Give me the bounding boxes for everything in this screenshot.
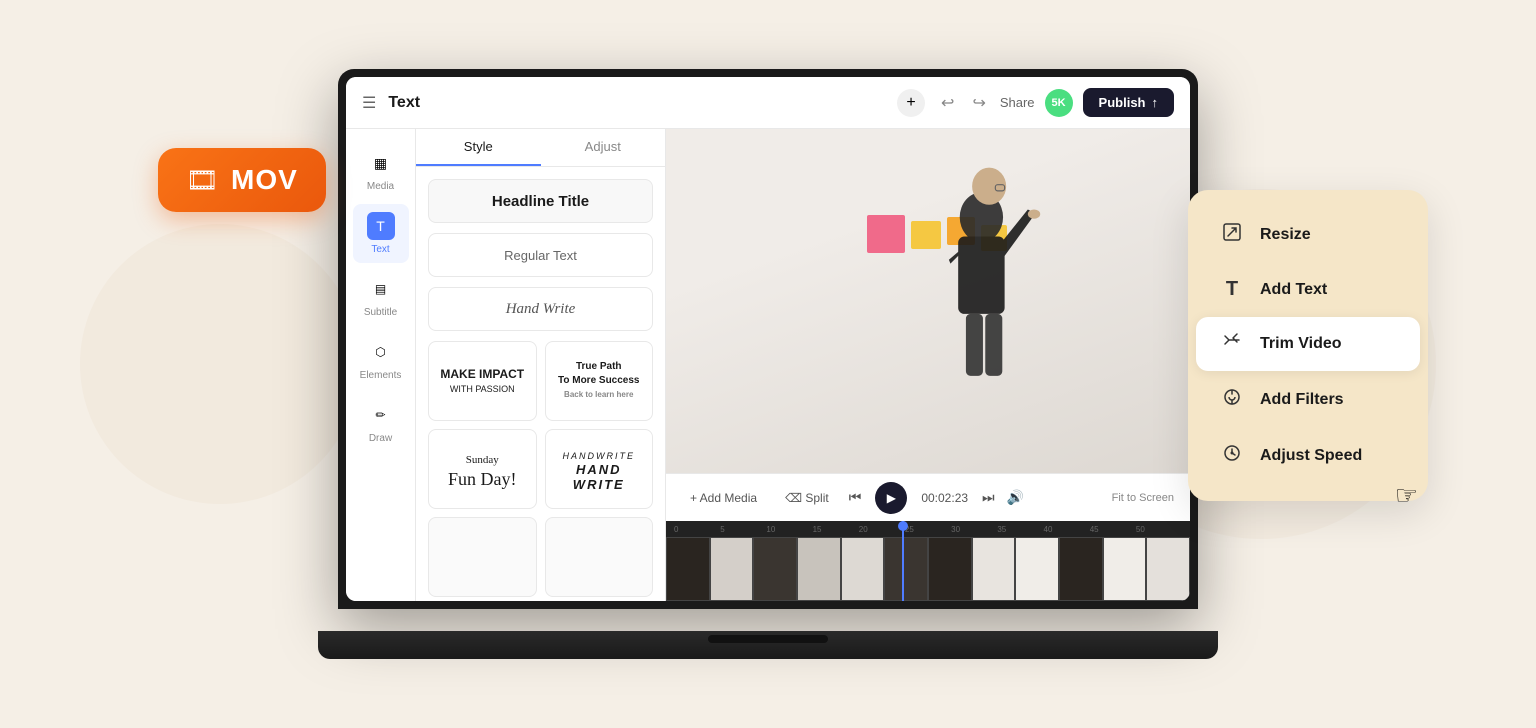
- template-empty-2[interactable]: [545, 517, 654, 597]
- thumb-9: [1015, 537, 1059, 601]
- top-bar-right: ↩ ↪ Share 5K Publish ↑: [937, 88, 1174, 117]
- playhead[interactable]: [902, 521, 904, 601]
- timeline-ruler: 0 5 10 15 20 25 30 35 40 45 50: [666, 521, 1190, 537]
- add-text-label: Add Text: [1260, 281, 1327, 299]
- text-style-headline[interactable]: Headline Title: [428, 179, 653, 223]
- subtitle-label: Subtitle: [364, 307, 397, 318]
- timeline-track: 0 5 10 15 20 25 30 35 40 45 50: [666, 521, 1190, 601]
- play-button[interactable]: ▶: [875, 482, 907, 514]
- context-menu-item-add-text[interactable]: T Add Text: [1196, 264, 1420, 315]
- top-bar: ☰ Text + ↩ ↪ Share 5K Publish ↑: [346, 77, 1190, 129]
- context-menu-item-trim-video[interactable]: Trim Video ☞: [1196, 317, 1420, 371]
- skip-back-button[interactable]: ⏮: [849, 489, 862, 506]
- sidebar-item-elements[interactable]: ⬡ Elements: [353, 330, 409, 389]
- trim-icon: [1220, 331, 1244, 357]
- template-empty-1[interactable]: [428, 517, 537, 597]
- filter-label: Add Filters: [1260, 391, 1344, 409]
- mov-badge: 🎞 MOV: [158, 148, 326, 212]
- draw-icon: ✏: [367, 401, 395, 429]
- thumbnails-strip: [666, 537, 1190, 601]
- page-title: Text: [388, 94, 885, 112]
- panel-tabs: Style Adjust: [416, 129, 665, 167]
- thumb-4: [797, 537, 841, 601]
- thumb-6: [884, 537, 928, 601]
- text-panel: Style Adjust Headline Title Regular Text…: [416, 129, 666, 601]
- volume-icon[interactable]: 🔊: [1007, 489, 1024, 506]
- add-text-icon: T: [1220, 278, 1244, 301]
- add-button[interactable]: +: [897, 89, 925, 117]
- resize-icon: [1220, 222, 1244, 248]
- media-label: Media: [367, 181, 394, 192]
- split-button[interactable]: ⌫ Split: [777, 487, 837, 509]
- context-menu-item-adjust-speed[interactable]: Adjust Speed: [1196, 429, 1420, 483]
- sidebar-item-text[interactable]: T Text: [353, 204, 409, 263]
- trim-label: Trim Video: [1260, 335, 1342, 353]
- publish-icon: ↑: [1152, 95, 1159, 110]
- laptop-screen: ☰ Text + ↩ ↪ Share 5K Publish ↑: [338, 69, 1198, 609]
- sidebar-item-draw[interactable]: ✏ Draw: [353, 393, 409, 452]
- draw-label: Draw: [369, 433, 392, 444]
- thumb-8: [972, 537, 1016, 601]
- template-script[interactable]: Sunday Fun Day!: [428, 429, 537, 509]
- video-preview: [666, 129, 1190, 473]
- text-sidebar-icon: T: [367, 212, 395, 240]
- undo-button[interactable]: ↩: [937, 89, 958, 117]
- thumb-7: [928, 537, 972, 601]
- template-bold[interactable]: MAKE IMPACT With Passion: [428, 341, 537, 421]
- laptop: ☰ Text + ↩ ↪ Share 5K Publish ↑: [318, 69, 1218, 659]
- fit-screen-label[interactable]: Fit to Screen: [1112, 492, 1174, 504]
- filter-icon: [1220, 387, 1244, 413]
- menu-icon[interactable]: ☰: [362, 93, 376, 113]
- context-menu: Resize T Add Text Trim Video ☞ Add Filte…: [1188, 190, 1428, 501]
- video-scene: [666, 129, 1190, 473]
- text-styles-panel: Headline Title Regular Text Hand Write M…: [416, 167, 665, 601]
- thumb-10: [1059, 537, 1103, 601]
- subtitle-icon: ▤: [367, 275, 395, 303]
- film-icon: 🎞: [186, 165, 219, 196]
- template-handwrite[interactable]: HandWrite HAND WRITE: [545, 429, 654, 509]
- elements-icon: ⬡: [367, 338, 395, 366]
- speed-icon: [1220, 443, 1244, 469]
- tab-style[interactable]: Style: [416, 129, 541, 166]
- template-serif[interactable]: True Path To More Success Back to learn …: [545, 341, 654, 421]
- playback-controls: ⏮ ▶ 00:02:23 ⏭: [849, 482, 995, 514]
- thumb-11: [1103, 537, 1147, 601]
- main-content: ▦ Media T Text ▤ Subtitle ⬡ Elements: [346, 129, 1190, 601]
- mov-label: MOV: [231, 164, 298, 196]
- sidebar-item-subtitle[interactable]: ▤ Subtitle: [353, 267, 409, 326]
- thumb-12: [1146, 537, 1190, 601]
- text-style-handwrite[interactable]: Hand Write: [428, 287, 653, 331]
- person-figure: [904, 163, 1059, 473]
- left-sidebar: ▦ Media T Text ▤ Subtitle ⬡ Elements: [346, 129, 416, 601]
- context-menu-item-resize[interactable]: Resize: [1196, 208, 1420, 262]
- cursor-pointer: ☞: [1395, 480, 1418, 511]
- thumb-2: [710, 537, 754, 601]
- share-label[interactable]: Share: [1000, 95, 1035, 110]
- avatar: 5K: [1045, 89, 1073, 117]
- sidebar-item-media[interactable]: ▦ Media: [353, 141, 409, 200]
- publish-button[interactable]: Publish ↑: [1083, 88, 1174, 117]
- thumb-1: [666, 537, 710, 601]
- time-display: 00:02:23: [921, 491, 968, 505]
- ruler-marks-container: 0 5 10 15 20 25 30 35 40 45 50: [674, 525, 1182, 534]
- text-style-regular[interactable]: Regular Text: [428, 233, 653, 277]
- text-sidebar-label: Text: [371, 244, 389, 255]
- text-templates-grid: MAKE IMPACT With Passion True Path To Mo…: [428, 341, 653, 597]
- laptop-base: [318, 631, 1218, 659]
- redo-button[interactable]: ↪: [968, 89, 989, 117]
- thumb-3: [753, 537, 797, 601]
- elements-label: Elements: [360, 370, 402, 381]
- speed-label: Adjust Speed: [1260, 447, 1362, 465]
- thumb-5: [841, 537, 885, 601]
- media-icon: ▦: [367, 149, 395, 177]
- context-menu-item-add-filters[interactable]: Add Filters: [1196, 373, 1420, 427]
- add-media-button[interactable]: + Add Media: [682, 487, 765, 509]
- screen-content: ☰ Text + ↩ ↪ Share 5K Publish ↑: [346, 77, 1190, 601]
- video-canvas: + Add Media ⌫ Split ⏮ ▶ 00:02:23 ⏭ 🔊 Fit…: [666, 129, 1190, 601]
- resize-label: Resize: [1260, 226, 1311, 244]
- skip-forward-button[interactable]: ⏭: [982, 489, 995, 506]
- timeline-controls-bar: + Add Media ⌫ Split ⏮ ▶ 00:02:23 ⏭ 🔊 Fit…: [666, 473, 1190, 521]
- tab-adjust[interactable]: Adjust: [541, 129, 666, 166]
